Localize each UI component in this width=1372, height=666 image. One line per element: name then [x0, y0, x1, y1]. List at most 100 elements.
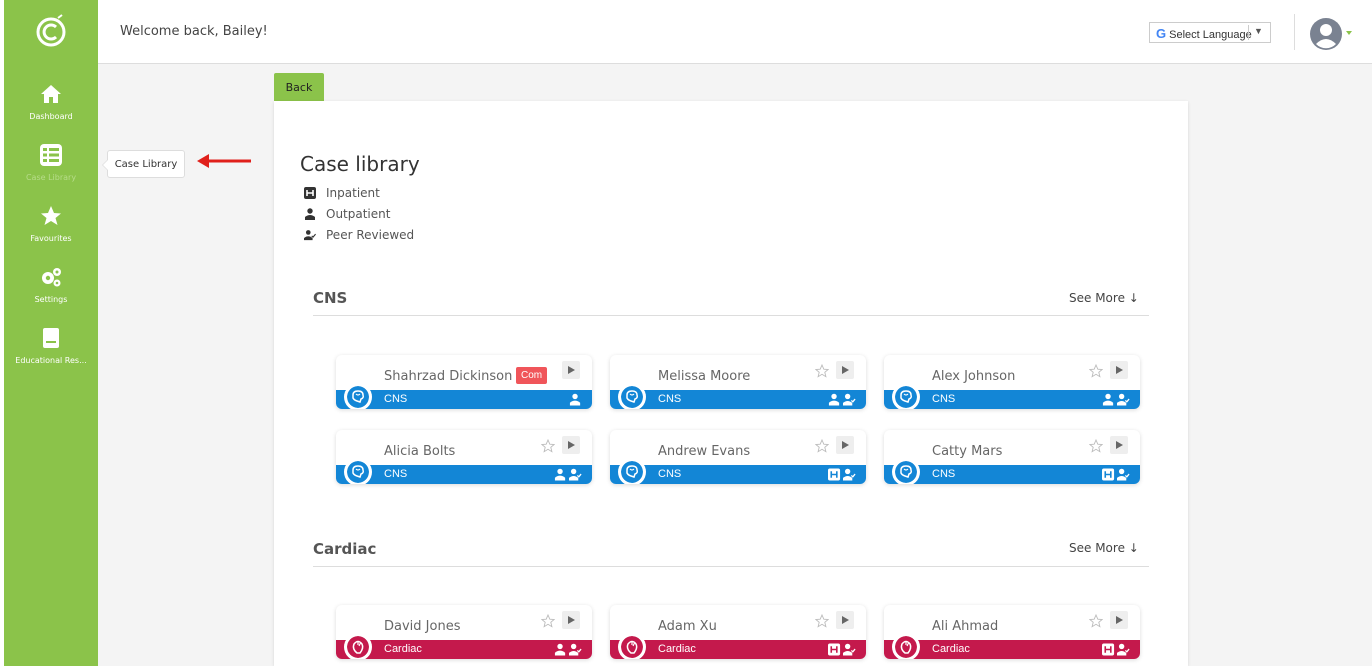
legend-label: Inpatient	[326, 186, 380, 200]
case-card[interactable]: Catty Mars CNS	[884, 430, 1140, 484]
sidebar-item-case-library[interactable]: Case Library	[4, 143, 98, 182]
favourite-star-icon[interactable]	[815, 364, 829, 378]
category-bar: Cardiac	[610, 640, 866, 659]
category-label: CNS	[384, 468, 408, 480]
outpatient-icon	[305, 208, 315, 220]
brain-icon	[344, 458, 372, 484]
case-library-tooltip: Case Library	[102, 150, 185, 178]
category-label: Cardiac	[384, 643, 422, 655]
inpatient-icon	[828, 468, 841, 481]
heart-icon	[892, 633, 920, 659]
table-icon	[40, 144, 62, 166]
top-bar: Welcome back, Bailey! G Select Language ▼	[98, 0, 1372, 64]
patient-name: Adam Xu	[658, 619, 717, 634]
case-type-icons	[828, 468, 856, 481]
case-type-icons	[828, 393, 856, 406]
favourite-star-icon[interactable]	[541, 614, 555, 628]
patient-name: Ali Ahmad	[932, 619, 999, 634]
brain-icon	[618, 458, 646, 484]
sidebar-item-label: Favourites	[30, 234, 72, 243]
category-label: CNS	[384, 393, 408, 405]
peer-reviewed-icon	[843, 643, 856, 656]
back-button[interactable]: Back	[274, 73, 324, 101]
play-button[interactable]	[1110, 361, 1128, 379]
favourite-star-icon[interactable]	[815, 439, 829, 453]
home-icon	[41, 85, 61, 103]
case-type-icons	[1102, 643, 1130, 656]
play-button[interactable]	[562, 611, 580, 629]
sidebar-item-label: Settings	[34, 295, 68, 304]
case-card[interactable]: David Jones Cardiac	[336, 605, 592, 659]
sidebar-item-educational-resources[interactable]: Educational Res...	[4, 326, 98, 365]
patient-name: Andrew Evans	[658, 444, 751, 459]
play-button[interactable]	[562, 361, 580, 379]
case-card[interactable]: Alex Johnson CNS	[884, 355, 1140, 409]
language-select[interactable]: G Select Language ▼	[1149, 22, 1271, 43]
avatar-icon[interactable]	[1310, 18, 1342, 50]
avatar-chevron-icon[interactable]	[1346, 31, 1352, 35]
category-label: CNS	[932, 393, 956, 405]
case-card[interactable]: Andrew Evans CNS	[610, 430, 866, 484]
sidebar-item-dashboard[interactable]: Dashboard	[4, 82, 98, 121]
category-bar: CNS	[884, 390, 1140, 409]
peer-reviewed-icon	[569, 643, 582, 656]
category-label: CNS	[932, 468, 956, 480]
category-bar: CNS	[884, 465, 1140, 484]
sidebar-item-favourites[interactable]: Favourites	[4, 204, 98, 243]
peer-reviewed-icon	[1117, 393, 1130, 406]
cogs-icon	[42, 268, 61, 287]
play-button[interactable]	[1110, 436, 1128, 454]
welcome-message: Welcome back, Bailey!	[120, 24, 268, 39]
patient-name: Shahrzad Dickinson	[384, 369, 513, 384]
favourite-star-icon[interactable]	[815, 614, 829, 628]
category-label: Cardiac	[658, 643, 696, 655]
play-button[interactable]	[562, 436, 580, 454]
see-more-cardiac-link[interactable]: See More ↓	[1069, 541, 1139, 555]
favourite-star-icon[interactable]	[541, 439, 555, 453]
category-bar: CNS	[610, 465, 866, 484]
legend-label: Peer Reviewed	[326, 228, 415, 242]
divider	[1294, 14, 1295, 50]
outpatient-icon	[554, 643, 566, 656]
play-button[interactable]	[1110, 611, 1128, 629]
sidebar-item-label: Case Library	[25, 173, 77, 182]
app-logo[interactable]	[34, 14, 68, 48]
see-more-cns-link[interactable]: See More ↓	[1069, 291, 1139, 305]
peer-reviewed-icon	[843, 468, 856, 481]
play-button[interactable]	[836, 611, 854, 629]
brain-icon	[892, 458, 920, 484]
favourite-star-icon[interactable]	[1089, 364, 1103, 378]
case-card[interactable]: Ali Ahmad Cardiac	[884, 605, 1140, 659]
play-button[interactable]	[836, 436, 854, 454]
legend-inpatient: Inpatient	[304, 186, 380, 200]
favourite-star-icon[interactable]	[1089, 614, 1103, 628]
chevron-down-icon: ▼	[1254, 26, 1263, 36]
brain-icon	[344, 383, 372, 409]
language-select-label: Select Language	[1169, 29, 1252, 41]
category-bar: CNS	[336, 465, 592, 484]
patient-name: Catty Mars	[932, 444, 1003, 459]
patient-name: Melissa Moore	[658, 369, 751, 384]
peer-reviewed-icon	[304, 230, 316, 241]
legend-outpatient: Outpatient	[304, 207, 390, 221]
patient-name: Alicia Bolts	[384, 444, 456, 459]
peer-reviewed-icon	[843, 393, 856, 406]
category-label: Cardiac	[932, 643, 970, 655]
case-card[interactable]: Melissa Moore CNS	[610, 355, 866, 409]
section-title-cns: CNS	[313, 289, 348, 307]
case-card[interactable]: Alicia Bolts CNS	[336, 430, 592, 484]
inpatient-icon	[828, 643, 841, 656]
google-icon: G	[1156, 26, 1167, 41]
heart-icon	[618, 633, 646, 659]
brain-icon	[892, 383, 920, 409]
patient-name: Alex Johnson	[932, 369, 1016, 384]
case-card[interactable]: Shahrzad Dickinson Com CNS	[336, 355, 592, 409]
case-card[interactable]: Adam Xu Cardiac	[610, 605, 866, 659]
peer-reviewed-icon	[569, 468, 582, 481]
sidebar-item-settings[interactable]: Settings	[4, 265, 98, 304]
play-button[interactable]	[836, 361, 854, 379]
inpatient-icon	[1102, 643, 1115, 656]
section-title-cardiac: Cardiac	[313, 540, 377, 558]
case-type-icons	[1102, 468, 1130, 481]
favourite-star-icon[interactable]	[1089, 439, 1103, 453]
